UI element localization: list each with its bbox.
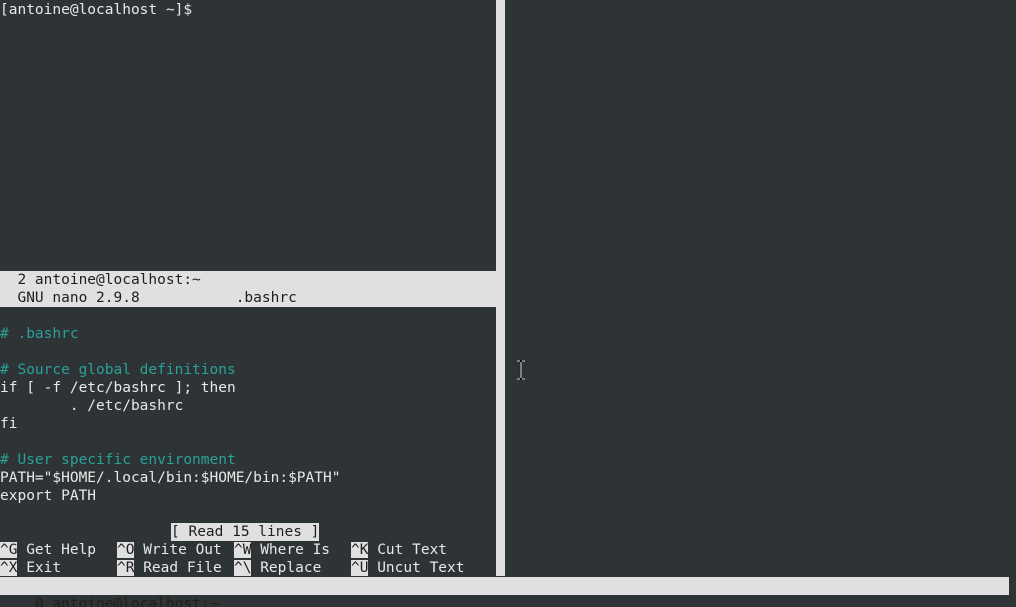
shortcut-key: ^X xyxy=(0,560,18,576)
shortcut-label: Replace xyxy=(251,560,322,576)
nano-header-bar: GNU nano 2.9.8 .bashrc xyxy=(0,289,496,307)
editor-line[interactable]: fi xyxy=(0,415,496,433)
editor-line[interactable]: export PATH xyxy=(0,487,496,505)
shell-prompt[interactable]: [antoine@localhost ~]$ xyxy=(0,1,496,19)
shortcut-label: Exit xyxy=(17,560,62,576)
editor-line[interactable]: PATH="$HOME/.local/bin:$HOME/bin:$PATH" xyxy=(0,469,496,487)
editor-line[interactable]: if [ -f /etc/bashrc ]; then xyxy=(0,379,496,397)
shortcut-key: ^G xyxy=(0,542,18,558)
nano-shortcut[interactable]: ^G Get Help xyxy=(0,541,96,559)
shortcut-label: Cut Text xyxy=(368,542,448,558)
window-edge xyxy=(1009,0,1016,607)
editor-line[interactable] xyxy=(0,433,496,451)
nano-shortcut[interactable]: ^O Write Out xyxy=(117,541,222,559)
shortcut-label: Where Is xyxy=(251,542,331,558)
shortcut-label: Write Out xyxy=(134,542,222,558)
shortcut-label: Uncut Text xyxy=(368,560,465,576)
nano-shortcut[interactable]: ^X Exit xyxy=(0,559,61,577)
nano-shortcut[interactable]: ^K Cut Text xyxy=(351,541,447,559)
editor-line[interactable]: # .bashrc xyxy=(0,325,496,343)
nano-shortcut[interactable]: ^R Read File xyxy=(117,559,222,577)
nano-shortcut[interactable]: ^W Where Is xyxy=(234,541,330,559)
tmux-window-label: 0 antoine@localhost:~ xyxy=(17,596,219,607)
shortcut-label: Get Help xyxy=(17,542,97,558)
nano-shortcut[interactable]: ^\ Replace xyxy=(234,559,321,577)
editor-line[interactable]: # Source global definitions xyxy=(0,361,496,379)
pane-divider[interactable] xyxy=(496,0,505,576)
shortcut-key: ^R xyxy=(117,560,135,576)
tmux-status-bar: 0 antoine@localhost:~ -- xyxy=(0,577,1009,607)
right-terminal-pane[interactable] xyxy=(505,0,1009,576)
editor-line[interactable]: . /etc/bashrc xyxy=(0,397,496,415)
shortcut-key: ^K xyxy=(351,542,369,558)
shortcut-key: ^U xyxy=(351,560,369,576)
shortcut-key: ^W xyxy=(234,542,252,558)
shortcut-label: Read File xyxy=(134,560,222,576)
nano-status-message: [ Read 15 lines ] xyxy=(171,523,320,541)
nano-shortcut[interactable]: ^U Uncut Text xyxy=(351,559,465,577)
shortcut-key: ^O xyxy=(117,542,135,558)
shortcut-key: ^\ xyxy=(234,560,252,576)
pane-status-bar-top: 2 antoine@localhost:~ xyxy=(0,271,496,289)
editor-line[interactable] xyxy=(0,343,496,361)
text-cursor-icon xyxy=(517,360,525,380)
editor-line[interactable]: # User specific environment xyxy=(0,451,496,469)
